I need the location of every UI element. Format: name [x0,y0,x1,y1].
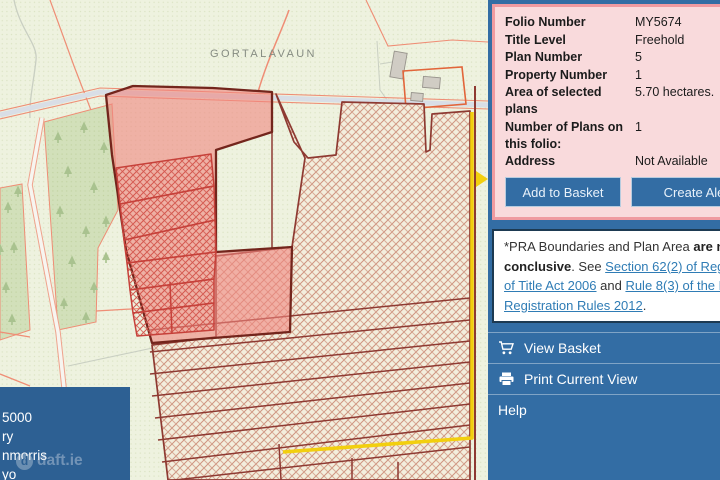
disclaimer-text: *PRA Boundaries and Plan Area [504,239,693,254]
help-label: Help [498,402,527,418]
property-number-value: 1 [635,67,720,84]
tooltip-line: nmorris [2,446,130,465]
folio-row: Address Not Available [505,153,720,170]
help-menu-item[interactable]: Help [488,394,720,425]
folio-row: Title Level Freehold [505,32,720,49]
cart-icon [498,341,515,355]
panel-menu: View Basket Print Current View Help [488,332,720,425]
folio-row: Property Number 1 [505,67,720,84]
folio-row: Number of Plans on this folio: 1 [505,119,720,153]
plan-number-value: 5 [635,49,720,66]
tooltip-line: ry [2,427,130,446]
tooltip-line: yo [2,465,130,480]
printer-icon [498,372,515,386]
landdirect-map-viewer: GORTALAVAUN [0,0,720,480]
print-current-view-label: Print Current View [524,371,637,387]
print-current-view-menu-item[interactable]: Print Current View [488,363,720,394]
townland-label: GORTALAVAUN [210,48,317,60]
view-basket-label: View Basket [524,340,601,356]
tooltip-line: 5000 [2,408,130,427]
pra-disclaimer: *PRA Boundaries and Plan Area are not co… [492,229,720,323]
folio-side-panel: Folio Number MY5674 Title Level Freehold… [488,0,720,480]
folio-row: Area of selected plans 5.70 hectares. [505,84,720,118]
add-to-basket-button[interactable]: Add to Basket [505,177,621,207]
view-basket-menu-item[interactable]: View Basket [488,332,720,363]
folio-row: Plan Number 5 [505,49,720,66]
create-alert-button[interactable]: Create Alert [631,177,720,207]
folio-number-value: MY5674 [635,14,720,31]
folio-info-box: Folio Number MY5674 Title Level Freehold… [492,4,720,220]
title-level-value: Freehold [635,32,720,49]
area-value: 5.70 hectares. [635,84,720,118]
map-info-tooltip: 5000 ry nmorris yo [0,387,130,480]
folio-row: Folio Number MY5674 [505,14,720,31]
address-value: Not Available [635,153,720,170]
plans-count-value: 1 [635,119,720,153]
folio-actions: Add to Basket Create Alert [505,177,720,207]
